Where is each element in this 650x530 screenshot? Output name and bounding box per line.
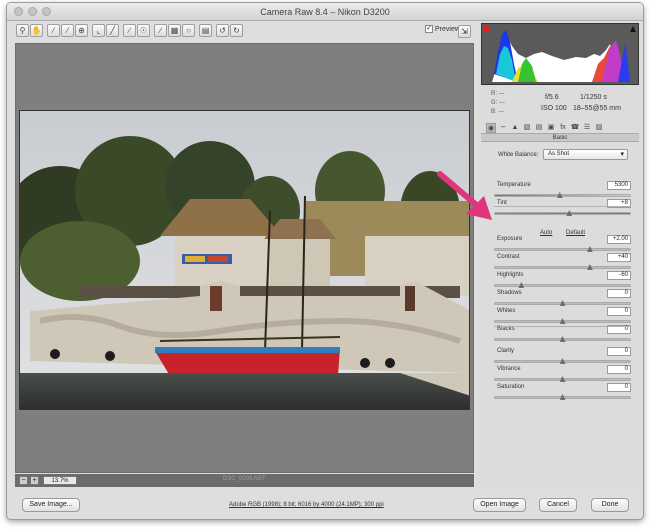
zoom-icon[interactable]: ⚲ <box>16 24 29 37</box>
shutter-readout: 1/1250 s <box>580 94 607 101</box>
detail-icon[interactable]: ▲ <box>510 123 520 133</box>
slider-vibrance[interactable]: Vibrance 0 <box>494 365 631 384</box>
window-title: Camera Raw 8.4 – Nikon D3200 <box>260 7 390 17</box>
slider-value-field[interactable]: -60 <box>607 271 631 280</box>
slider-whites[interactable]: Whites 0 <box>494 307 631 326</box>
slider-value-field[interactable]: 0 <box>607 347 631 356</box>
slider-highlights[interactable]: Highlights -60 <box>494 271 631 290</box>
aperture-readout: f/5.6 <box>545 94 559 101</box>
preview-toggle[interactable]: ✓ Preview <box>425 25 460 33</box>
image-preview-area[interactable] <box>15 43 474 473</box>
slider-temperature[interactable]: Temperature 5300 <box>494 181 631 200</box>
slider-label: Exposure <box>497 236 523 242</box>
rotate-left-icon[interactable]: ↺ <box>216 24 229 37</box>
slider-value-field[interactable]: 0 <box>607 383 631 392</box>
hand-icon[interactable]: ✋ <box>30 24 43 37</box>
slider-track[interactable] <box>494 248 631 251</box>
preview-label: Preview <box>435 25 460 33</box>
preview-checkbox[interactable]: ✓ <box>425 25 433 33</box>
presets-icon[interactable]: ☰ <box>582 123 592 133</box>
toolbar: ⚲ ✋ ∕ ∕ ⊕ ⌞ ╱ ∕ ☉ ∕ ▦ ○ ▤ ↺ ↻ <box>16 24 243 40</box>
slider-label: Highlights <box>497 272 524 278</box>
slider-value-field[interactable]: 0 <box>607 365 631 374</box>
split-toning-icon[interactable]: ▤ <box>534 123 544 133</box>
slider-value-field[interactable]: 0 <box>607 289 631 298</box>
slider-track[interactable] <box>494 284 631 287</box>
slider-value-field[interactable]: +2.00 <box>607 235 631 244</box>
annotation-arrow-icon <box>437 171 492 220</box>
adjustment-brush-icon[interactable]: ∕ <box>154 24 167 37</box>
slider-contrast[interactable]: Contrast +40 <box>494 253 631 272</box>
histogram-graph <box>482 24 638 84</box>
cancel-button[interactable]: Cancel <box>539 498 577 512</box>
slider-value-field[interactable]: +40 <box>607 253 631 262</box>
slider-saturation[interactable]: Saturation 0 <box>494 383 631 402</box>
panel-title: Basic <box>481 133 639 142</box>
white-balance-icon[interactable]: ∕ <box>47 24 60 37</box>
snapshots-icon[interactable]: ▨ <box>594 123 604 133</box>
rgb-green-readout: G: --- <box>491 100 506 106</box>
save-image-button[interactable]: Save Image... <box>22 498 80 512</box>
slider-label: Clarity <box>497 348 515 354</box>
slider-clarity[interactable]: Clarity 0 <box>494 347 631 366</box>
crop-icon[interactable]: ⌞ <box>92 24 105 37</box>
camera-raw-window: Camera Raw 8.4 – Nikon D3200 ⚲ ✋ ∕ ∕ ⊕ ⌞… <box>6 2 644 520</box>
slider-exposure[interactable]: Exposure +2.00 <box>494 235 631 254</box>
hsl-icon[interactable]: ▧ <box>522 123 532 133</box>
radial-filter-icon[interactable]: ○ <box>182 24 195 37</box>
open-image-button[interactable]: Open Image <box>473 498 526 512</box>
straighten-icon[interactable]: ╱ <box>106 24 119 37</box>
slider-value-field[interactable]: 0 <box>607 307 631 316</box>
slider-tint[interactable]: Tint +8 <box>494 199 631 218</box>
lens-corrections-icon[interactable]: ▣ <box>546 123 556 133</box>
workflow-options-link[interactable]: Adobe RGB (1998); 8 bit; 6016 by 4000 (2… <box>229 502 384 508</box>
slider-label: Saturation <box>497 384 525 390</box>
preview-photo <box>19 110 470 410</box>
done-button[interactable]: Done <box>591 498 629 512</box>
default-button[interactable]: Default <box>566 230 585 236</box>
filename-label: DSC_0006.NEF <box>222 476 267 482</box>
slider-label: Contrast <box>497 254 520 260</box>
slider-value-field[interactable]: 5300 <box>607 181 631 190</box>
white-balance-label: White Balance: <box>498 152 539 158</box>
preview-status-bar: − + 13.7% DSC_0006.NEF <box>15 474 474 487</box>
rgb-red-readout: R: --- <box>491 91 505 97</box>
slider-label: Vibrance <box>497 366 521 372</box>
slider-label: Whites <box>497 308 516 314</box>
rotate-right-icon[interactable]: ↻ <box>230 24 243 37</box>
iso-readout: ISO 100 <box>541 105 567 112</box>
divider <box>494 206 631 207</box>
red-eye-icon[interactable]: ☉ <box>137 24 150 37</box>
fullscreen-toggle-icon[interactable]: ⇲ <box>458 25 471 38</box>
slider-shadows[interactable]: Shadows 0 <box>494 289 631 308</box>
tone-curve-icon[interactable]: ∽ <box>498 123 508 133</box>
white-balance-select[interactable]: As Shot <box>543 149 628 160</box>
histogram <box>481 23 639 85</box>
slider-label: Temperature <box>497 182 531 188</box>
auto-button[interactable]: Auto <box>540 230 552 236</box>
effects-icon[interactable]: fx <box>558 123 568 133</box>
rgb-blue-readout: B: --- <box>491 109 505 115</box>
slider-track[interactable] <box>494 266 631 269</box>
shadow-clipping-warning-icon[interactable] <box>484 26 490 32</box>
divider <box>494 326 631 327</box>
color-sampler-icon[interactable]: ∕ <box>61 24 74 37</box>
basic-icon[interactable]: ◉ <box>486 123 496 133</box>
slider-blacks[interactable]: Blacks 0 <box>494 325 631 344</box>
slider-track[interactable] <box>494 194 631 197</box>
preview-photo-graphic <box>20 111 469 409</box>
slider-label: Shadows <box>497 290 522 296</box>
lens-readout: 18–55@55 mm <box>573 105 621 112</box>
adjustment-panel: R: --- G: --- B: --- f/5.6 1/1250 s ISO … <box>481 23 641 488</box>
graduated-filter-icon[interactable]: ▦ <box>168 24 181 37</box>
preferences-icon[interactable]: ▤ <box>199 24 212 37</box>
targeted-adjustment-icon[interactable]: ⊕ <box>75 24 88 37</box>
slider-track[interactable] <box>494 212 631 215</box>
title-bar: Camera Raw 8.4 – Nikon D3200 <box>7 3 643 21</box>
spot-removal-icon[interactable]: ∕ <box>123 24 136 37</box>
camera-calibration-icon[interactable]: ☎ <box>570 123 580 133</box>
